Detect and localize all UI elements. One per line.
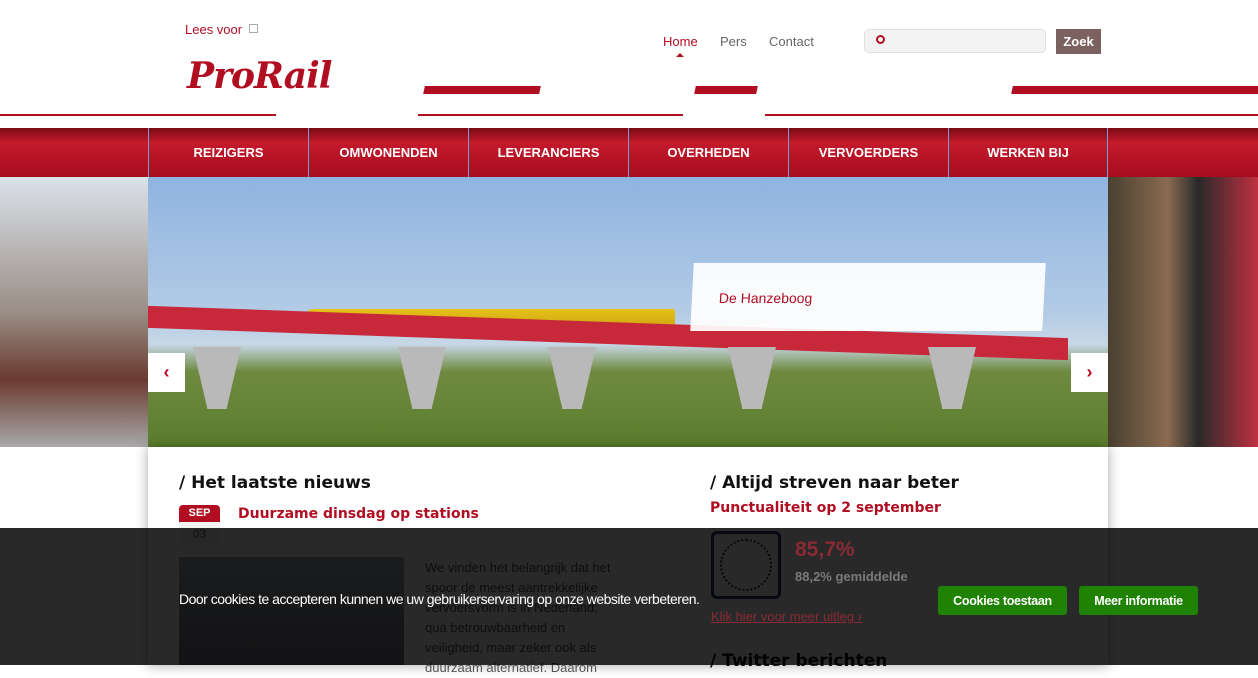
topnav-home[interactable]: Home bbox=[663, 34, 698, 49]
punctuality-average: 88,2% gemiddelde bbox=[795, 569, 908, 584]
nav-vervoerders[interactable]: VERVOERDERS bbox=[788, 128, 948, 177]
search-icon bbox=[876, 35, 885, 44]
side-image-left bbox=[0, 177, 148, 447]
accept-cookies-button[interactable]: Cookies toestaan bbox=[938, 586, 1067, 615]
hero-caption[interactable]: De Hanzeboog bbox=[690, 263, 1046, 331]
external-link-icon bbox=[249, 24, 258, 33]
prorail-logo[interactable]: ProRail bbox=[187, 55, 332, 97]
news-heading: / Het laatste nieuws bbox=[179, 473, 371, 493]
search-box[interactable] bbox=[864, 29, 1046, 53]
news-headline-link[interactable]: Duurzame dinsdag op stations bbox=[238, 506, 479, 522]
nav-omwonenden[interactable]: OMWONENDEN bbox=[308, 128, 468, 177]
date-month: SEP bbox=[179, 505, 220, 522]
search-button[interactable]: Zoek bbox=[1056, 29, 1101, 54]
cookie-more-info-button[interactable]: Meer informatie bbox=[1079, 586, 1198, 615]
more-info-link[interactable]: Klik hier voor meer uitleg › bbox=[711, 609, 862, 624]
bridge-pillar bbox=[193, 347, 241, 409]
bridge-pillar bbox=[548, 347, 596, 409]
active-caret-icon bbox=[676, 53, 684, 57]
rail-decoration bbox=[1011, 86, 1258, 94]
punctuality-subtitle: Punctualiteit op 2 september bbox=[710, 500, 941, 516]
topnav-contact[interactable]: Contact bbox=[769, 34, 814, 49]
side-image-right bbox=[1108, 177, 1258, 447]
nav-reizigers[interactable]: REIZIGERS bbox=[148, 128, 308, 177]
nav-werken-bij[interactable]: WERKEN BIJ bbox=[948, 128, 1108, 177]
bridge-pillar bbox=[928, 347, 976, 409]
rail-decoration bbox=[423, 86, 541, 94]
carousel-prev-button[interactable]: ‹ bbox=[148, 353, 185, 392]
search-input[interactable] bbox=[891, 30, 1041, 52]
nav-leveranciers[interactable]: LEVERANCIERS bbox=[468, 128, 628, 177]
topnav-pers[interactable]: Pers bbox=[720, 34, 747, 49]
nav-overheden[interactable]: OVERHEDEN bbox=[628, 128, 788, 177]
carousel-next-button[interactable]: › bbox=[1071, 353, 1108, 392]
punctuality-heading: / Altijd streven naar beter bbox=[710, 473, 959, 493]
bridge-pillar bbox=[728, 347, 776, 409]
rail-line bbox=[0, 114, 276, 116]
punctuality-value: 85,7% bbox=[795, 538, 855, 561]
read-aloud-link[interactable]: Lees voor bbox=[185, 22, 242, 37]
cookie-message: Door cookies te accepteren kunnen we uw … bbox=[179, 591, 700, 607]
rail-decoration bbox=[694, 86, 758, 94]
rail-line bbox=[418, 114, 683, 116]
rail-line bbox=[765, 114, 1258, 116]
hero-caption-text: De Hanzeboog bbox=[718, 290, 813, 306]
bridge-pillar bbox=[398, 347, 446, 409]
